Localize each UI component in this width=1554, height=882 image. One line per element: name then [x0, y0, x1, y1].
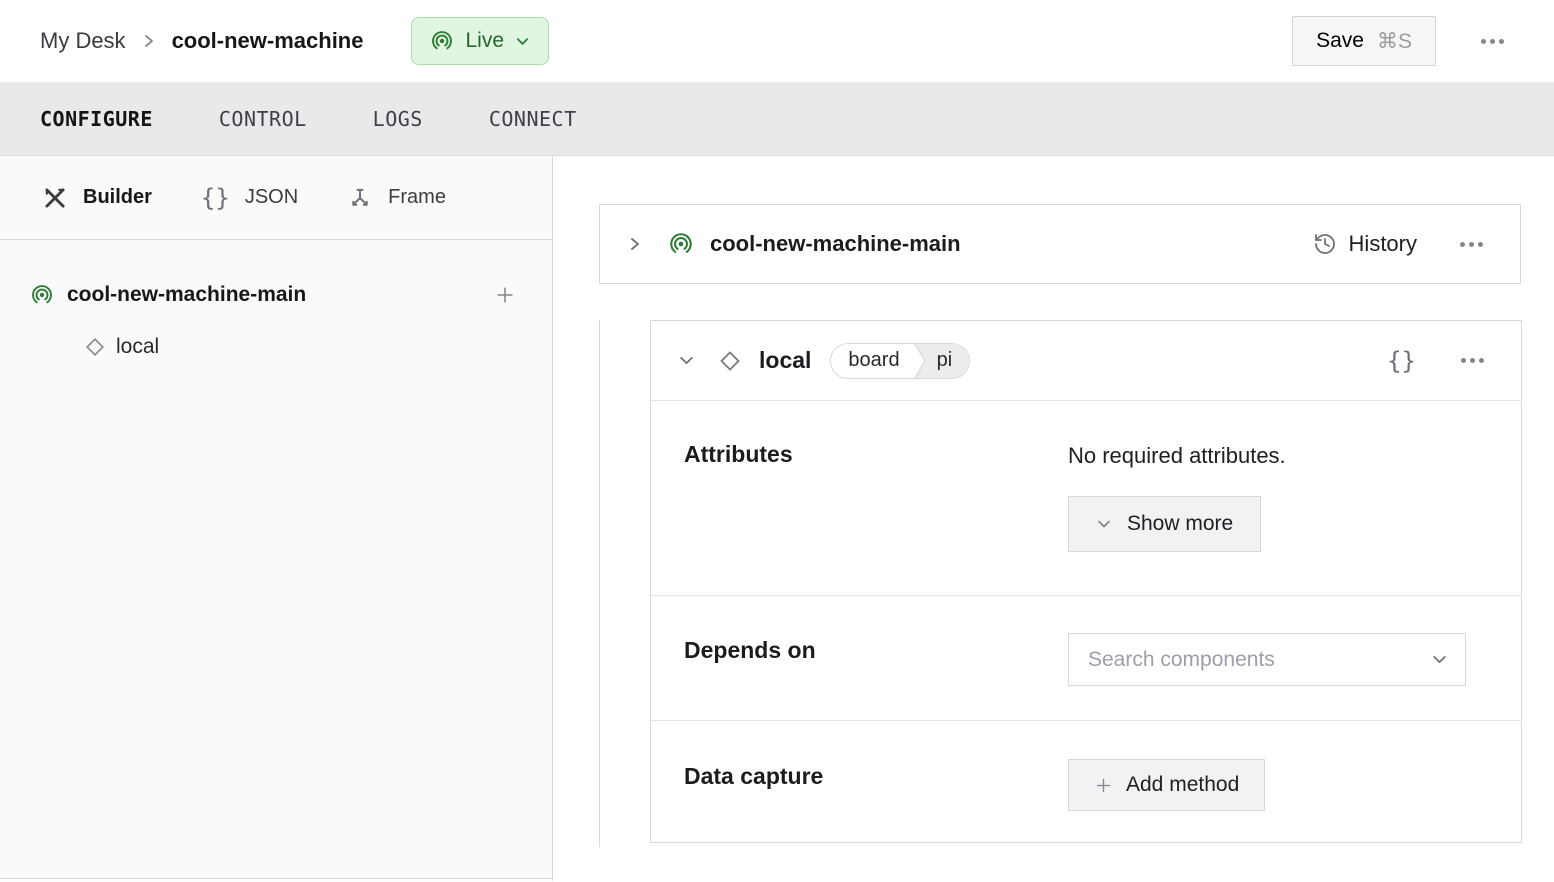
sidebar-view-tabs: Builder {} JSON Frame — [0, 156, 552, 240]
breadcrumb-current: cool-new-machine — [172, 28, 364, 54]
live-status-badge[interactable]: Live — [411, 17, 549, 65]
config-main-panel: cool-new-machine-main History — [553, 156, 1554, 881]
attributes-empty-text: No required attributes. — [1068, 443, 1521, 469]
save-shortcut: ⌘S — [1377, 29, 1412, 54]
diamond-icon — [83, 335, 107, 359]
broadcast-icon — [668, 231, 694, 257]
breadcrumb-parent[interactable]: My Desk — [40, 28, 126, 54]
data-capture-label: Data capture — [651, 721, 1068, 843]
header-more-menu-icon[interactable] — [1471, 29, 1514, 54]
tree-item-machine-main[interactable]: cool-new-machine-main — [0, 268, 552, 322]
chevron-down-icon — [515, 34, 530, 49]
machine-part-title: cool-new-machine-main — [710, 231, 961, 257]
add-method-label: Add method — [1126, 773, 1239, 797]
tree-item-label: local — [116, 335, 159, 359]
sidebar-bottom-divider — [0, 878, 552, 879]
add-component-icon[interactable] — [494, 284, 516, 306]
collapse-chevron-down-icon[interactable] — [678, 352, 695, 369]
breadcrumb-chevron-icon — [142, 32, 156, 50]
depends-on-section: Depends on Search components — [651, 596, 1521, 721]
nav-tabbar: CONFIGURE CONTROL LOGS CONNECT — [0, 82, 1554, 156]
component-tree: cool-new-machine-main local — [0, 240, 552, 372]
history-button[interactable]: History — [1313, 231, 1417, 257]
machine-part-card: cool-new-machine-main History — [599, 204, 1521, 284]
machine-more-menu-icon[interactable] — [1450, 232, 1493, 257]
braces-icon: {} — [201, 184, 230, 212]
tab-configure[interactable]: CONFIGURE — [40, 107, 153, 131]
tree-item-label: cool-new-machine-main — [67, 283, 306, 307]
diamond-icon — [717, 348, 743, 374]
chevron-down-icon — [1096, 516, 1112, 532]
depends-on-placeholder: Search components — [1088, 648, 1275, 672]
depends-on-label: Depends on — [651, 596, 1068, 720]
tab-connect[interactable]: CONNECT — [489, 107, 577, 131]
tab-json-label: JSON — [245, 186, 298, 209]
code-braces-icon[interactable]: {} — [1387, 347, 1416, 375]
badge-divider-chevron — [913, 344, 928, 378]
show-more-button[interactable]: Show more — [1068, 496, 1261, 552]
show-more-label: Show more — [1127, 512, 1233, 536]
tab-frame[interactable]: Frame — [347, 185, 446, 211]
tab-frame-label: Frame — [388, 186, 446, 209]
attributes-label: Attributes — [651, 401, 1068, 595]
live-badge-label: Live — [465, 29, 504, 53]
broadcast-icon — [30, 283, 54, 307]
history-label: History — [1349, 231, 1417, 257]
tree-item-local[interactable]: local — [0, 322, 552, 372]
tab-control[interactable]: CONTROL — [219, 107, 307, 131]
indent-guide-line — [599, 320, 600, 847]
depends-on-select[interactable]: Search components — [1068, 633, 1466, 686]
history-icon — [1313, 232, 1337, 256]
breadcrumb: My Desk cool-new-machine — [40, 28, 363, 54]
component-more-menu-icon[interactable] — [1451, 348, 1494, 373]
config-sidebar: Builder {} JSON Frame — [0, 156, 553, 881]
tab-builder-label: Builder — [83, 186, 152, 209]
component-title: local — [759, 347, 811, 374]
frame-axes-icon — [347, 185, 373, 211]
badge-type: board — [831, 344, 912, 378]
plus-icon — [1094, 776, 1113, 795]
component-card-header: local board pi {} — [651, 321, 1521, 401]
chevron-down-icon — [1431, 651, 1448, 668]
data-capture-section: Data capture Add method — [651, 721, 1521, 843]
broadcast-icon — [430, 29, 454, 53]
component-type-badge: board pi — [830, 343, 970, 379]
tab-builder[interactable]: Builder — [42, 185, 152, 211]
badge-model: pi — [928, 344, 970, 378]
add-method-button[interactable]: Add method — [1068, 759, 1265, 811]
component-card-local: local board pi {} Attributes — [650, 320, 1522, 843]
attributes-section: Attributes No required attributes. Show … — [651, 401, 1521, 596]
tools-icon — [42, 185, 68, 211]
save-button-label: Save — [1316, 29, 1364, 53]
expand-chevron-right-icon[interactable] — [627, 235, 643, 253]
app-header: My Desk cool-new-machine Live Save ⌘S — [0, 0, 1554, 82]
tab-logs[interactable]: LOGS — [373, 107, 423, 131]
save-button[interactable]: Save ⌘S — [1292, 16, 1436, 66]
tab-json[interactable]: {} JSON — [201, 184, 298, 212]
